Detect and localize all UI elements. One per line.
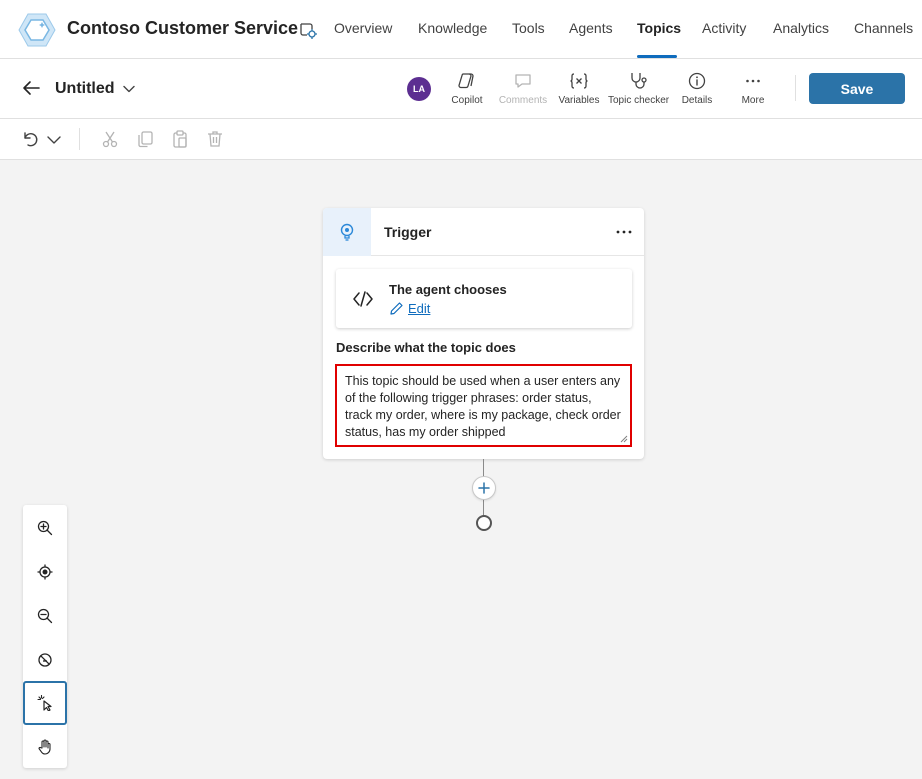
topic-title[interactable]: Untitled	[55, 80, 115, 98]
chevron-down-icon[interactable]	[44, 129, 64, 149]
more-horizontal-icon	[746, 79, 760, 83]
fit-view-icon	[37, 564, 53, 580]
copilot-button[interactable]: Copilot	[437, 71, 497, 106]
zoom-in-button[interactable]	[23, 506, 67, 550]
select-mode-button[interactable]	[23, 681, 67, 725]
trigger-type-card: The agent chooses Edit	[336, 269, 632, 328]
details-label: Details	[681, 95, 713, 106]
description-value: This topic should be used when a user en…	[345, 374, 621, 439]
lightbulb-icon	[340, 223, 354, 241]
minimap-off-icon	[38, 653, 52, 667]
topic-checker-button[interactable]: Topic checker	[608, 71, 670, 106]
resize-grip-icon[interactable]	[620, 435, 628, 443]
trigger-type-title: The agent chooses	[389, 282, 507, 297]
agent-hexagon-icon[interactable]	[18, 12, 56, 48]
description-textarea[interactable]: This topic should be used when a user en…	[335, 364, 632, 447]
add-node-button[interactable]	[472, 476, 496, 500]
end-node	[476, 515, 492, 531]
tab-channels[interactable]: Channels	[854, 20, 913, 36]
variables-button[interactable]: Variables	[549, 71, 609, 106]
divider	[79, 128, 80, 150]
delete-icon[interactable]	[205, 129, 225, 149]
trigger-header: Trigger	[323, 208, 644, 256]
edit-toolbar	[0, 119, 922, 160]
trigger-title: Trigger	[384, 224, 432, 240]
divider	[795, 75, 796, 101]
tab-activity[interactable]: Activity	[702, 20, 746, 36]
copilot-label: Copilot	[451, 95, 483, 106]
copilot-icon	[458, 73, 474, 89]
code-brackets-icon	[353, 291, 373, 307]
tab-knowledge[interactable]: Knowledge	[418, 20, 487, 36]
top-navigation: Contoso Customer Service Overview Knowle…	[0, 0, 922, 59]
variables-label: Variables	[558, 95, 600, 106]
tab-analytics[interactable]: Analytics	[773, 20, 829, 36]
undo-icon[interactable]	[20, 129, 40, 149]
chevron-down-icon[interactable]	[122, 82, 136, 96]
pan-mode-button[interactable]	[23, 725, 67, 769]
topic-checker-label: Topic checker	[608, 95, 670, 106]
zoom-out-button[interactable]	[23, 594, 67, 638]
zoom-in-icon	[37, 520, 53, 536]
more-label: More	[741, 95, 765, 106]
paste-icon[interactable]	[170, 129, 190, 149]
tab-tools[interactable]: Tools	[512, 20, 545, 36]
canvas-zoom-controls	[23, 505, 67, 768]
comments-button[interactable]: Comments	[493, 71, 553, 106]
save-button[interactable]: Save	[809, 73, 905, 104]
pan-hand-icon	[38, 739, 51, 755]
back-arrow-icon[interactable]	[20, 77, 42, 99]
trigger-icon-box	[323, 208, 371, 256]
pencil-icon	[390, 302, 403, 315]
comment-icon	[515, 74, 531, 88]
plus-icon	[478, 482, 490, 494]
stethoscope-icon	[631, 73, 647, 89]
avatar[interactable]: LA	[407, 77, 431, 101]
more-horizontal-icon[interactable]	[613, 222, 635, 242]
minimap-toggle-button[interactable]	[23, 638, 67, 682]
details-button[interactable]: Details	[667, 71, 727, 106]
command-bar: Untitled LA Copilot Comments Variables T…	[0, 59, 922, 119]
app-title: Contoso Customer Service	[67, 18, 299, 38]
fit-view-button[interactable]	[23, 550, 67, 594]
copy-icon[interactable]	[135, 129, 155, 149]
edit-link-label: Edit	[408, 301, 431, 316]
select-pointer-icon	[37, 695, 52, 711]
description-label: Describe what the topic does	[336, 340, 516, 355]
more-button[interactable]: More	[723, 71, 783, 106]
edit-link[interactable]: Edit	[389, 301, 430, 316]
trigger-node[interactable]: Trigger The agent chooses Edit Describe …	[323, 208, 644, 459]
zoom-out-icon	[37, 608, 53, 624]
comments-label: Comments	[498, 95, 548, 106]
tab-agents[interactable]: Agents	[569, 20, 613, 36]
active-tab-indicator	[637, 55, 677, 58]
info-icon	[688, 72, 706, 90]
variables-icon	[570, 73, 588, 89]
tab-topics[interactable]: Topics	[637, 20, 681, 36]
settings-lock-icon[interactable]	[298, 20, 318, 40]
cut-icon[interactable]	[100, 129, 120, 149]
tab-overview[interactable]: Overview	[334, 20, 392, 36]
